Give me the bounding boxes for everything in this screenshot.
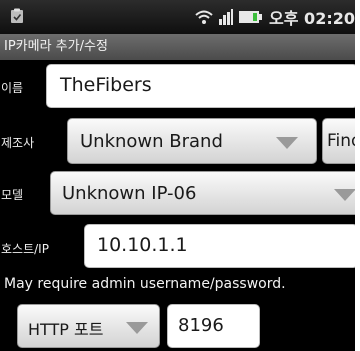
- admin-note: May require admin username/password.: [4, 276, 286, 292]
- host-field[interactable]: 10.10.1.1: [84, 224, 355, 268]
- name-label: 이름: [1, 81, 24, 95]
- port-type-dropdown[interactable]: HTTP 포트: [17, 304, 160, 348]
- battery-icon: [239, 11, 263, 23]
- page-title: IP카메라 추가/수정: [0, 34, 355, 60]
- host-value: 10.10.1.1: [97, 234, 188, 256]
- model-dropdown[interactable]: Unknown IP-06: [50, 171, 355, 215]
- chevron-down-icon: [276, 137, 298, 149]
- chevron-down-icon: [126, 322, 148, 334]
- clipboard-check-icon: [11, 8, 23, 23]
- status-bar: 오후 02:20: [0, 0, 355, 34]
- find-button[interactable]: Find: [322, 118, 355, 164]
- signal-icon: [219, 9, 234, 25]
- chevron-down-icon: [334, 189, 355, 201]
- wifi-icon: [195, 10, 213, 24]
- manufacturer-label: 제조사: [1, 136, 35, 150]
- name-field[interactable]: TheFibers: [46, 64, 355, 108]
- model-label: 모델: [1, 188, 24, 202]
- app-screen: 오후 02:20 IP카메라 추가/수정 이름 TheFibers 제조사 Un…: [0, 0, 355, 351]
- model-value: Unknown IP-06: [62, 183, 197, 204]
- port-field[interactable]: 8196: [167, 304, 260, 348]
- manufacturer-dropdown[interactable]: Unknown Brand: [67, 118, 317, 164]
- port-type-value: HTTP 포트: [28, 320, 104, 339]
- status-time: 오후 02:20: [269, 9, 355, 28]
- host-label: 호스트/IP: [1, 242, 49, 256]
- name-value: TheFibers: [60, 74, 152, 96]
- port-value: 8196: [178, 315, 224, 336]
- status-right: 오후 02:20: [195, 7, 355, 28]
- find-button-label: Find: [327, 131, 355, 151]
- manufacturer-value: Unknown Brand: [80, 131, 223, 152]
